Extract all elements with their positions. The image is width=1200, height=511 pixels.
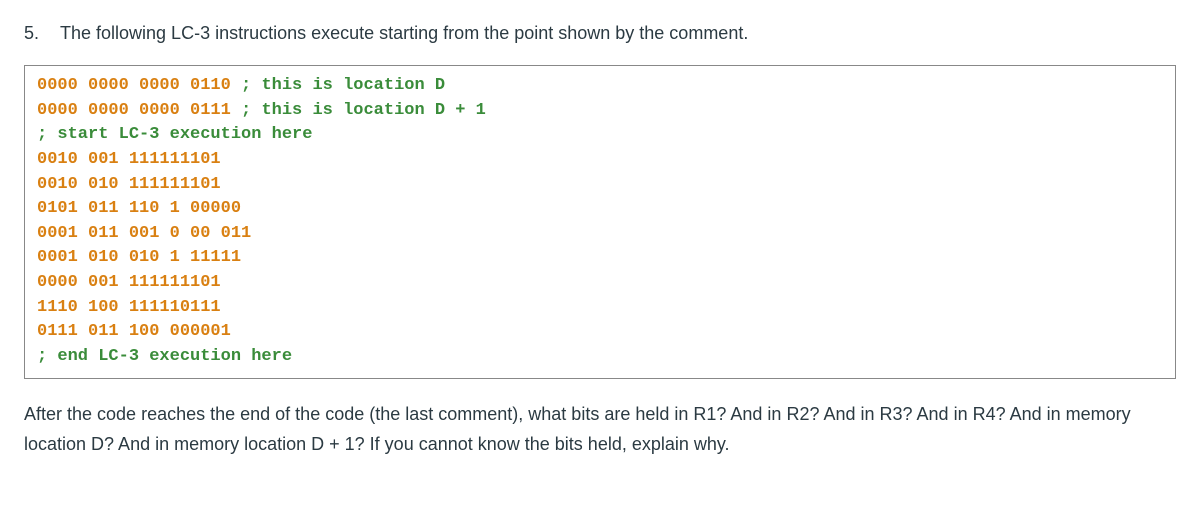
question-header: 5. The following LC-3 instructions execu… bbox=[24, 20, 1176, 47]
code-block: 0000 0000 0000 0110 ; this is location D… bbox=[24, 65, 1176, 379]
code-binary: 1110 100 111110111 bbox=[37, 298, 221, 317]
code-line: 0001 010 010 1 11111 bbox=[37, 246, 1163, 271]
code-binary: 0111 011 100 000001 bbox=[37, 322, 231, 341]
code-comment: ; start LC-3 execution here bbox=[37, 125, 312, 144]
code-line: 0010 010 111111101 bbox=[37, 173, 1163, 198]
code-binary: 0000 0000 0000 0111 bbox=[37, 101, 241, 120]
code-binary: 0001 011 001 0 00 011 bbox=[37, 224, 251, 243]
code-line: 0000 001 111111101 bbox=[37, 271, 1163, 296]
code-line: 0010 001 111111101 bbox=[37, 148, 1163, 173]
code-line: ; end LC-3 execution here bbox=[37, 345, 1163, 370]
question-text: The following LC-3 instructions execute … bbox=[60, 20, 1176, 47]
code-binary: 0001 010 010 1 11111 bbox=[37, 248, 241, 267]
code-comment: ; end LC-3 execution here bbox=[37, 347, 292, 366]
code-binary: 0010 010 111111101 bbox=[37, 175, 221, 194]
code-line: 0111 011 100 000001 bbox=[37, 320, 1163, 345]
question-number: 5. bbox=[24, 20, 60, 47]
code-line: 0000 0000 0000 0110 ; this is location D bbox=[37, 74, 1163, 99]
code-line: 0000 0000 0000 0111 ; this is location D… bbox=[37, 99, 1163, 124]
code-line: 0001 011 001 0 00 011 bbox=[37, 222, 1163, 247]
code-binary: 0000 001 111111101 bbox=[37, 273, 221, 292]
code-binary: 0010 001 111111101 bbox=[37, 150, 221, 169]
code-comment: ; this is location D + 1 bbox=[241, 101, 486, 120]
code-line: 1110 100 111110111 bbox=[37, 296, 1163, 321]
code-line: ; start LC-3 execution here bbox=[37, 123, 1163, 148]
code-comment: ; this is location D bbox=[241, 76, 445, 95]
code-binary: 0000 0000 0000 0110 bbox=[37, 76, 241, 95]
code-line: 0101 011 110 1 00000 bbox=[37, 197, 1163, 222]
code-binary: 0101 011 110 1 00000 bbox=[37, 199, 241, 218]
follow-up-question: After the code reaches the end of the co… bbox=[24, 399, 1176, 460]
